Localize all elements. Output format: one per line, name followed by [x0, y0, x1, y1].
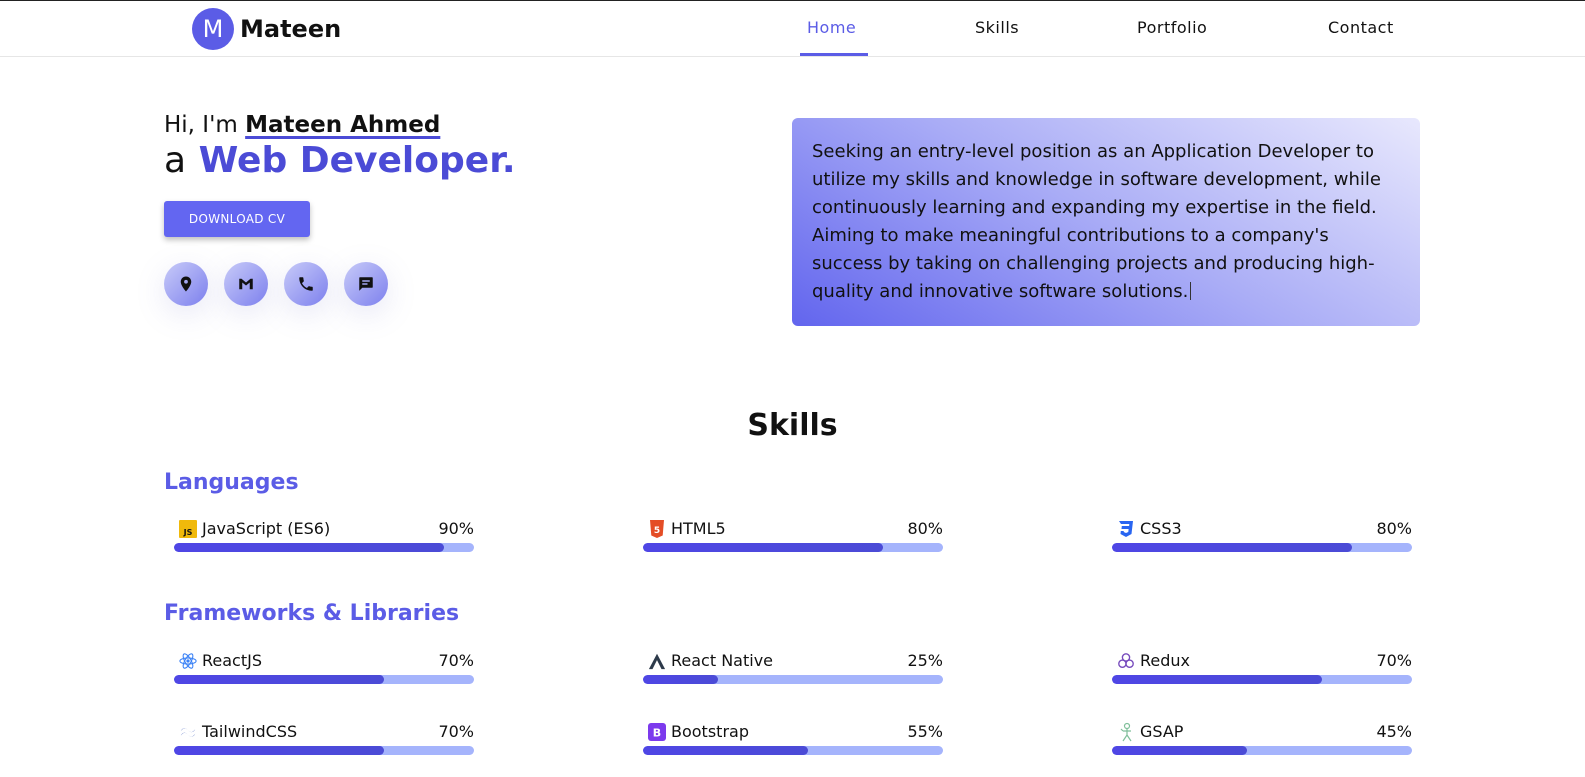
skill-percent: 90% [438, 519, 474, 538]
location-pin-icon [180, 276, 192, 292]
javascript-icon: JS [179, 519, 197, 538]
group-title-languages: Languages [164, 470, 299, 495]
bootstrap-icon: B [648, 722, 666, 741]
skill-name: HTML5 [671, 519, 726, 538]
skill-name: TailwindCSS [202, 722, 298, 741]
nav-portfolio[interactable]: Portfolio [1137, 18, 1207, 37]
skill-name: CSS3 [1140, 519, 1182, 538]
nav-contact[interactable]: Contact [1328, 18, 1394, 37]
skill-reactjs: ReactJS 70% [174, 651, 474, 691]
svg-text:JS: JS [183, 528, 193, 537]
typing-caret [1190, 282, 1192, 300]
skill-percent: 25% [907, 651, 943, 670]
social-links [164, 262, 404, 306]
gmail-button[interactable] [224, 262, 268, 306]
gmail-icon [239, 278, 253, 290]
skill-progress-fill [1112, 543, 1352, 552]
react-icon [179, 652, 197, 670]
svg-text:B: B [653, 726, 661, 739]
skill-percent: 80% [907, 519, 943, 538]
skill-percent: 55% [907, 722, 943, 741]
role-prefix: a [164, 140, 187, 181]
skill-progress-fill [643, 675, 718, 684]
skill-name: ReactJS [202, 651, 262, 670]
skill-html5: 5 HTML5 80% [643, 519, 943, 559]
skill-name: Bootstrap [671, 722, 749, 741]
skill-progress-track [174, 543, 474, 552]
svg-text:5: 5 [654, 526, 660, 536]
greeting-prefix: Hi, I'm [164, 112, 238, 138]
nav-home[interactable]: Home [807, 18, 856, 37]
brand-name: Mateen [240, 15, 342, 43]
hero-name: Mateen Ahmed [245, 112, 441, 138]
about-paragraph: Seeking an entry-level position as an Ap… [812, 141, 1381, 302]
about-text: Seeking an entry-level position as an Ap… [812, 138, 1400, 306]
nav-skills[interactable]: Skills [975, 18, 1019, 37]
brand-logo[interactable]: M Mateen [192, 8, 341, 50]
tailwindcss-icon [179, 723, 197, 741]
skill-progress-track [1112, 543, 1412, 552]
skill-percent: 70% [438, 722, 474, 741]
react-native-icon [648, 652, 666, 670]
skill-name: JavaScript (ES6) [202, 519, 331, 538]
phone-button[interactable] [284, 262, 328, 306]
skill-progress-fill [174, 543, 444, 552]
skill-percent: 80% [1376, 519, 1412, 538]
active-nav-indicator [800, 53, 868, 56]
gsap-icon [1117, 722, 1135, 741]
phone-icon [299, 277, 313, 291]
skill-name: GSAP [1140, 722, 1184, 741]
skills-section-title: Skills [747, 408, 838, 443]
skill-gsap: GSAP 45% [1112, 722, 1412, 762]
logo-mark: M [192, 8, 234, 50]
hero-intro: Hi, I'm Mateen Ahmed a Web Developer. [164, 112, 516, 181]
skill-percent: 70% [438, 651, 474, 670]
redux-icon [1117, 652, 1135, 670]
skill-javascript: JS JavaScript (ES6) 90% [174, 519, 474, 559]
css3-icon [1117, 520, 1135, 538]
skill-percent: 70% [1376, 651, 1412, 670]
skill-progress-track [1112, 746, 1412, 755]
skill-name: Redux [1140, 651, 1191, 670]
location-button[interactable] [164, 262, 208, 306]
skill-percent: 45% [1376, 722, 1412, 741]
skill-progress-fill [1112, 675, 1322, 684]
skill-bootstrap: B Bootstrap 55% [643, 722, 943, 762]
about-card: Seeking an entry-level position as an Ap… [792, 118, 1420, 326]
skill-tailwindcss: TailwindCSS 70% [174, 722, 474, 762]
skill-progress-fill [643, 543, 883, 552]
skill-progress-track [643, 543, 943, 552]
group-title-frameworks: Frameworks & Libraries [164, 601, 460, 626]
skill-progress-fill [174, 746, 384, 755]
chat-icon [359, 277, 373, 291]
skill-css3: CSS3 80% [1112, 519, 1412, 559]
skill-progress-track [174, 746, 474, 755]
hero-role: a Web Developer. [164, 140, 516, 181]
role-title: Web Developer. [198, 140, 516, 181]
greeting: Hi, I'm Mateen Ahmed [164, 112, 516, 138]
skill-progress-fill [174, 675, 384, 684]
skill-name: React Native [671, 651, 774, 670]
skill-react-native: React Native 25% [643, 651, 943, 691]
skill-progress-fill [643, 746, 808, 755]
skill-progress-fill [1112, 746, 1247, 755]
top-navbar: M Mateen Home Skills Portfolio Contact [0, 0, 1585, 57]
skill-progress-track [1112, 675, 1412, 684]
download-cv-button[interactable]: DOWNLOAD CV [164, 201, 310, 237]
chat-button[interactable] [344, 262, 388, 306]
skill-progress-track [174, 675, 474, 684]
skill-progress-track [643, 746, 943, 755]
skill-progress-track [643, 675, 943, 684]
skill-redux: Redux 70% [1112, 651, 1412, 691]
html5-icon: 5 [648, 519, 666, 538]
